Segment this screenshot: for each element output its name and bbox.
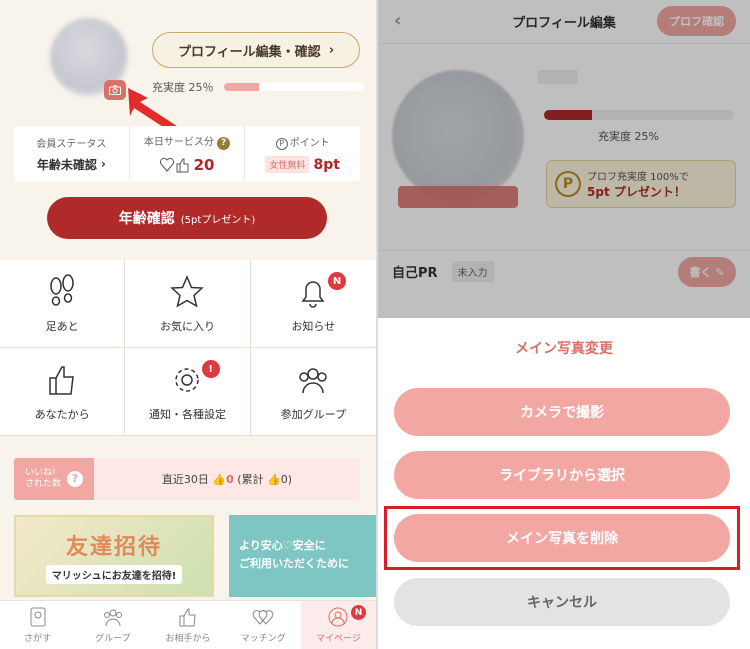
member-status-value: 年齢未確認 bbox=[36, 157, 97, 172]
point-value: 8pt bbox=[313, 156, 340, 173]
age-verify-label: 年齢確認 bbox=[118, 211, 175, 227]
group-icon bbox=[103, 609, 122, 627]
age-verify-button[interactable]: 年齢確認 (5ptプレゼント) bbox=[47, 197, 327, 239]
point-label: ポイント bbox=[289, 138, 330, 149]
tab-label: さがす bbox=[24, 634, 52, 644]
menu-label: お知らせ bbox=[291, 319, 336, 333]
female-free-tag: 女性無料 bbox=[265, 156, 310, 173]
fill-rate-bar bbox=[223, 83, 364, 91]
thumbs-up-icon bbox=[49, 365, 74, 395]
likes-total-prefix: (累計 bbox=[237, 473, 264, 486]
service-label: 本日サービス分 bbox=[143, 137, 214, 148]
profile-edit-label: プロフィール編集・確認 bbox=[177, 44, 321, 60]
tab-label: マイページ bbox=[316, 634, 361, 644]
menu-label: 参加グループ bbox=[280, 407, 346, 421]
menu-from-you[interactable]: あなたから bbox=[0, 348, 126, 436]
tab-label: お相手から bbox=[165, 634, 211, 644]
footprint-icon bbox=[50, 273, 74, 306]
member-status-label: 会員ステータス bbox=[36, 138, 107, 150]
tab-bar: さがす グループ お相手から マッチング マイページ N bbox=[0, 600, 376, 649]
fill-rate-label: 充実度 25％ bbox=[152, 81, 214, 94]
banner-line: より安心♡安全に bbox=[239, 539, 326, 552]
likes-label-line1: いいね! bbox=[24, 468, 56, 479]
menu-label: あなたから bbox=[34, 407, 90, 421]
hearts-icon bbox=[252, 610, 274, 625]
sheet-title: メイン写真変更 bbox=[515, 341, 613, 357]
likes-recent: 0 bbox=[226, 473, 234, 486]
highlight-box bbox=[384, 506, 740, 570]
new-badge: N bbox=[351, 605, 367, 620]
menu-settings[interactable]: 通知・各種設定 ! bbox=[125, 348, 251, 436]
member-status[interactable]: 会員ステータス 年齢未確認 › bbox=[14, 126, 130, 181]
take-photo-button[interactable]: カメラで撮影 bbox=[394, 388, 730, 436]
age-verify-sub: (5ptプレゼント) bbox=[180, 214, 256, 226]
likes-received: いいね! された数 ? 直近30日 👍0 (累計 👍0) bbox=[14, 458, 360, 500]
menu-groups[interactable]: 参加グループ bbox=[250, 348, 376, 436]
thumbs-up-icon: 👍 bbox=[267, 473, 281, 486]
likes-counts: 直近30日 👍0 (累計 👍0) bbox=[94, 471, 360, 487]
menu-label: お気に入り bbox=[159, 319, 215, 333]
group-icon bbox=[299, 367, 328, 393]
new-badge: N bbox=[328, 272, 346, 290]
banner-sub: マリッシュにお友達を招待! bbox=[45, 564, 183, 584]
menu-notifications[interactable]: お知らせ N bbox=[250, 260, 376, 348]
banner-line: ご利用いただくために bbox=[239, 556, 349, 570]
likes-total: 0) bbox=[280, 473, 293, 486]
banner-title: 友達招待 bbox=[65, 534, 162, 560]
chevron-right-icon: › bbox=[328, 42, 335, 58]
profile-edit-panel: ‹ プロフィール編集 プロフ確認 充実度 25% P プロフ充実度 100%で … bbox=[378, 0, 750, 649]
help-icon[interactable]: ? bbox=[67, 471, 83, 487]
menu-label: 通知・各種設定 bbox=[148, 407, 226, 421]
menu-favorites[interactable]: お気に入り bbox=[125, 260, 251, 348]
search-person-icon bbox=[30, 607, 46, 627]
star-icon bbox=[170, 274, 205, 308]
point-status[interactable]: P ポイント 女性無料 8pt bbox=[245, 126, 360, 181]
alert-badge: ! bbox=[201, 360, 220, 378]
bell-icon bbox=[301, 280, 325, 308]
tab-from-partner[interactable]: お相手から bbox=[150, 601, 225, 649]
thumbs-up-icon bbox=[179, 608, 196, 627]
heart-thumb-icon bbox=[159, 157, 189, 173]
tab-label: グループ bbox=[95, 634, 131, 644]
cancel-button[interactable]: キャンセル bbox=[394, 578, 730, 626]
profile-edit-button[interactable]: プロフィール編集・確認 › bbox=[152, 32, 360, 68]
invite-friends-banner[interactable]: 友達招待 マリッシュにお友達を招待! bbox=[14, 515, 214, 597]
person-icon bbox=[328, 607, 348, 627]
mypage-panel: プロフィール編集・確認 › 充実度 25％ 会員ステータス 年齢未確認 › 本日サ… bbox=[0, 0, 376, 649]
modal-overlay[interactable] bbox=[378, 0, 750, 318]
status-card: 会員ステータス 年齢未確認 › 本日サービス分 ? 20 P ポイント 女性無料 8p… bbox=[14, 126, 360, 181]
menu-grid: 足あと お気に入り お知らせ N あなたから 通知・各種設定 ! 参加グループ bbox=[0, 260, 376, 436]
service-count: 20 bbox=[193, 156, 215, 174]
menu-label: 足あと bbox=[45, 319, 79, 333]
fill-rate: 充実度 25％ bbox=[152, 79, 364, 95]
choose-from-library-button[interactable]: ライブラリから選択 bbox=[394, 451, 730, 499]
tab-label: マッチング bbox=[240, 634, 286, 644]
tab-groups[interactable]: グループ bbox=[75, 601, 150, 649]
tab-mypage[interactable]: マイページ N bbox=[300, 601, 376, 649]
service-status[interactable]: 本日サービス分 ? 20 bbox=[130, 126, 246, 181]
safety-banner[interactable]: より安心♡安全に ご利用いただくために bbox=[229, 515, 376, 597]
likes-label: いいね! された数 ? bbox=[14, 458, 94, 500]
photo-action-sheet: メイン写真変更 カメラで撮影 ライブラリから選択 メイン写真を削除 キャンセル bbox=[378, 318, 750, 649]
gear-icon bbox=[175, 367, 200, 392]
point-icon: P bbox=[275, 138, 288, 150]
likes-period: 直近30日 bbox=[161, 473, 209, 486]
help-icon[interactable]: ? bbox=[217, 137, 231, 150]
likes-label-line2: された数 bbox=[24, 479, 61, 489]
chevron-right-icon: › bbox=[100, 157, 106, 171]
menu-footprints[interactable]: 足あと bbox=[0, 260, 126, 348]
tab-search[interactable]: さがす bbox=[0, 601, 75, 649]
tab-matching[interactable]: マッチング bbox=[226, 601, 301, 649]
thumbs-up-icon: 👍 bbox=[212, 473, 227, 486]
